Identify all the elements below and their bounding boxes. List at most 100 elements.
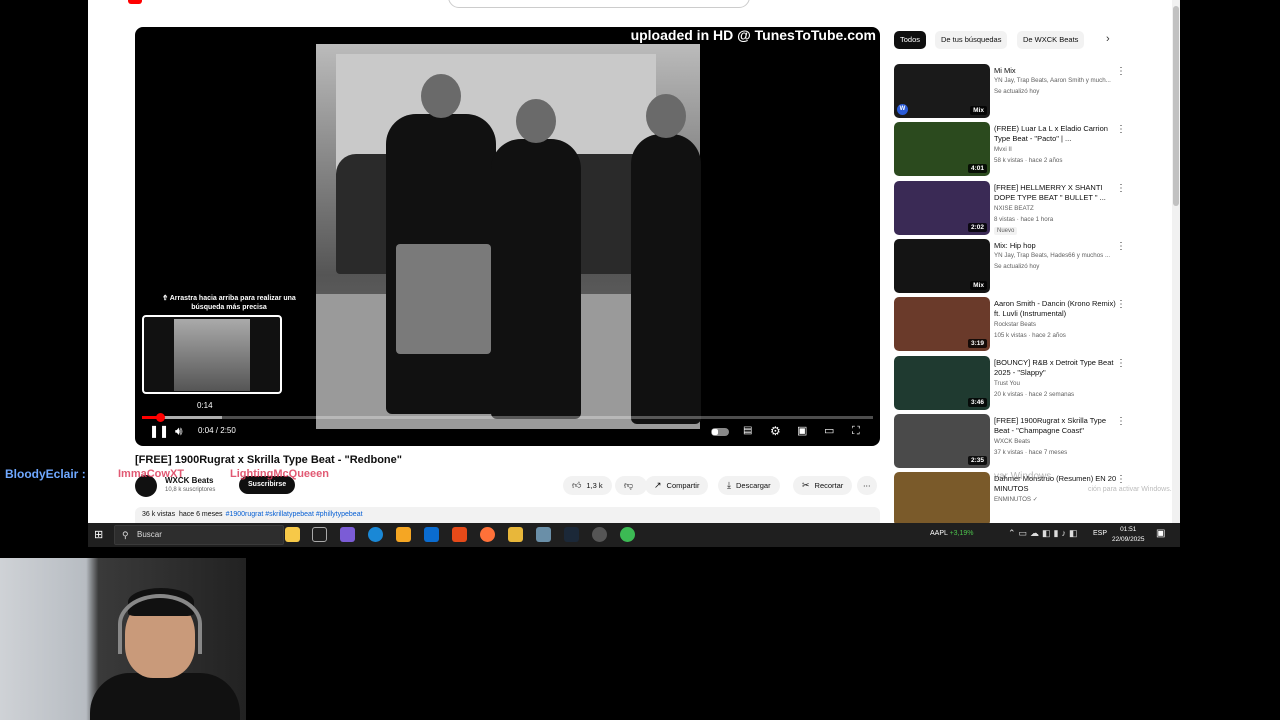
video-title: [FREE] 1900Rugrat x Skrilla Type Beat - … <box>135 454 402 466</box>
progress-bar[interactable] <box>142 413 873 422</box>
chip-de-wxck-beats[interactable]: De WXCK Beats <box>1017 31 1085 49</box>
autoplay-toggle[interactable] <box>711 428 729 436</box>
chrome-icon[interactable] <box>620 527 635 542</box>
recommendation-item[interactable]: 4:01 (FREE) Luar La L x Eladio Carrion Ty… <box>894 122 1130 178</box>
pause-icon[interactable]: ❚❚ <box>149 423 169 439</box>
activate-windows-watermark: var Windows <box>994 471 1052 482</box>
steam-icon[interactable] <box>564 527 579 542</box>
like-button[interactable]: 👍︎ 1,3 k <box>563 476 612 495</box>
task-view-icon[interactable] <box>312 527 327 542</box>
more-options-icon[interactable]: ⋮ <box>1116 358 1126 369</box>
recommendation-title[interactable]: [FREE] 1900Rugrat x Skrilla Type Beat - … <box>994 416 1118 436</box>
recommendation-item[interactable]: Mix Mix: Hip hop YN Jay, Trap Beats, Hades… <box>894 238 1130 295</box>
more-options-icon[interactable]: ⋮ <box>1116 67 1126 77</box>
recommendation-title[interactable]: Aaron Smith - Dancin (Krono Remix) ft. L… <box>994 299 1118 319</box>
firefox-icon[interactable] <box>480 527 495 542</box>
recommendation-channel[interactable]: WXCK Beats <box>994 438 1122 445</box>
recommendation-item[interactable]: 3:46 [BOUNCY] R&B x Detroit Type Beat 202… <box>894 355 1130 412</box>
recommendation-item[interactable]: 3:19 Aaron Smith - Dancin (Krono Remix) f… <box>894 297 1130 353</box>
more-options-icon[interactable]: ⋮ <box>1116 475 1126 485</box>
app-icon[interactable] <box>592 527 607 542</box>
channel-badge-icon: W <box>897 104 908 115</box>
copilot-icon[interactable] <box>285 527 300 542</box>
fullscreen-icon[interactable]: ⛶ <box>852 423 860 439</box>
recommendation-channel[interactable]: Trust You <box>994 380 1122 387</box>
store-icon[interactable] <box>396 527 411 542</box>
chevron-right-icon[interactable]: › <box>1106 33 1110 45</box>
outlook-icon[interactable] <box>424 527 439 542</box>
theater-mode-icon[interactable]: ▭ <box>824 423 834 439</box>
chip-todos[interactable]: Todos <box>894 31 927 49</box>
progress-scrubber[interactable] <box>155 413 165 422</box>
recommendation-title[interactable]: (FREE) Luar La L x Eladio Carrion Type B… <box>994 124 1118 144</box>
recommendation-item[interactable]: W Mix Mi Mix YN Jay, Trap Beats, Aaron Smit… <box>894 64 1130 120</box>
recommendation-channel[interactable]: YN Jay, Trap Beats, Hades66 y muchos ... <box>994 252 1122 259</box>
notification-icon[interactable]: ▣ <box>1156 528 1165 539</box>
video-watermark: uploaded in HD @ TunesToTube.com <box>630 27 876 43</box>
chip-de-tus-busquedas[interactable]: De tus búsquedas <box>935 31 1008 49</box>
recommendation-thumbnail[interactable]: 2:35 <box>894 413 990 468</box>
miniplayer-icon[interactable]: ▣ <box>797 423 807 439</box>
seek-preview-time: 0:14 <box>197 401 213 410</box>
new-badge: Nuevo <box>994 226 1018 235</box>
youtube-logo[interactable]: YouTube <box>128 0 186 6</box>
recommendation-thumbnail[interactable]: 4:01 <box>894 122 990 177</box>
recommendation-title[interactable]: [BOUNCY] R&B x Detroit Type Beat 2025 - … <box>994 358 1118 378</box>
page-scrollbar[interactable] <box>1172 0 1180 523</box>
scissors-icon: ✂ <box>802 480 810 490</box>
description-box[interactable]: 36 k vistas hace 6 meses #1900rugrat #skr… <box>135 507 880 523</box>
recommendation-channel[interactable]: Mvxi II <box>994 146 1122 153</box>
dislike-button[interactable]: 👎︎ <box>615 476 648 495</box>
taskbar-clock[interactable]: 01:51 22/09/2025 <box>1112 525 1145 545</box>
video-player[interactable]: uploaded in HD @ TunesToTube.com ⇮ Arras… <box>135 27 880 446</box>
recommendation-channel[interactable]: NXISE BEATZ <box>994 205 1122 212</box>
recommendation-meta: 8 vistas · hace 1 hora <box>994 215 1054 223</box>
recommendation-thumbnail[interactable]: 3:19 <box>894 297 990 352</box>
subtitles-icon[interactable]: ▤ <box>743 423 752 439</box>
clip-button[interactable]: ✂ Recortar <box>793 476 853 495</box>
thumbs-down-icon: 👎︎ <box>624 480 634 490</box>
stock-widget[interactable]: AAPL +3,19% <box>930 530 974 537</box>
hashtags[interactable]: #1900rugrat #skrillatypebeat #phillytype… <box>226 511 363 518</box>
more-options-icon[interactable]: ⋮ <box>1116 416 1126 427</box>
seek-hint: ⇮ Arrastra hacia arriba para realizar un… <box>162 295 296 311</box>
windows-start-icon[interactable]: ⊞ <box>94 528 103 541</box>
app-icon[interactable] <box>536 527 551 542</box>
recommendation-channel[interactable]: Rockstar Beats <box>994 321 1122 328</box>
search-input[interactable] <box>448 0 750 8</box>
brave-browser-icon[interactable] <box>452 527 467 542</box>
settings-gear-icon[interactable]: ⚙ <box>770 423 781 439</box>
stream-chat-username: LightingMcQueeen <box>230 468 329 480</box>
recommendation-thumbnail[interactable]: 3:46 <box>894 355 990 410</box>
recommendation-thumbnail[interactable] <box>894 472 990 523</box>
download-button[interactable]: ⤓ Descargar <box>718 476 780 495</box>
recommendation-title[interactable]: Mi Mix <box>994 66 1118 76</box>
more-options-icon[interactable]: ⋮ <box>1116 125 1126 135</box>
file-explorer-icon[interactable] <box>508 527 523 542</box>
recommendation-title[interactable]: Mix: Hip hop <box>994 241 1118 251</box>
recommendation-item[interactable]: 2:02 [FREE] HELLMERRY X SHANTI DOPE TYPE … <box>894 180 1130 237</box>
more-options-icon[interactable]: ⋮ <box>1116 183 1126 194</box>
more-options-icon[interactable]: ⋮ <box>1116 300 1126 310</box>
taskbar-search[interactable]: ⚲ Buscar <box>114 525 284 545</box>
more-options-icon[interactable]: ⋮ <box>1116 241 1126 252</box>
recommendation-item[interactable]: 2:35 [FREE] 1900Rugrat x Skrilla Type Bea… <box>894 413 1130 470</box>
recommendation-title[interactable]: [FREE] HELLMERRY X SHANTI DOPE TYPE BEAT… <box>994 183 1118 203</box>
edge-browser-icon[interactable] <box>368 527 383 542</box>
video-person <box>491 99 581 419</box>
more-actions-icon[interactable]: ⋯ <box>857 476 877 495</box>
seek-preview-thumbnail <box>142 315 282 394</box>
volume-icon[interactable]: 🔊︎ <box>175 423 183 439</box>
share-button[interactable]: ↗ Compartir <box>645 476 709 495</box>
recommendation-channel[interactable]: ENMINUTOS ✓ <box>994 496 1122 503</box>
recommendation-thumbnail[interactable]: Mix <box>894 238 990 293</box>
input-language[interactable]: ESP <box>1093 530 1107 537</box>
recommendation-channel[interactable]: YN Jay, Trap Beats, Aaron Smith y much..… <box>994 77 1122 84</box>
recommendation-thumbnail[interactable]: W Mix <box>894 64 990 118</box>
system-tray-icons[interactable]: ⌃▭☁◧▮♪◧ <box>1008 528 1081 539</box>
recommendation-thumbnail[interactable]: 2:02 <box>894 180 990 235</box>
app-icon[interactable] <box>340 527 355 542</box>
windows-taskbar: ⊞ ⚲ Buscar AAPL +3,19% ⌃▭☁◧▮♪◧ ESP 01:51 2… <box>88 523 1180 547</box>
recommendation-meta: 37 k vistas · hace 7 meses <box>994 448 1068 456</box>
video-frame[interactable] <box>316 44 701 429</box>
